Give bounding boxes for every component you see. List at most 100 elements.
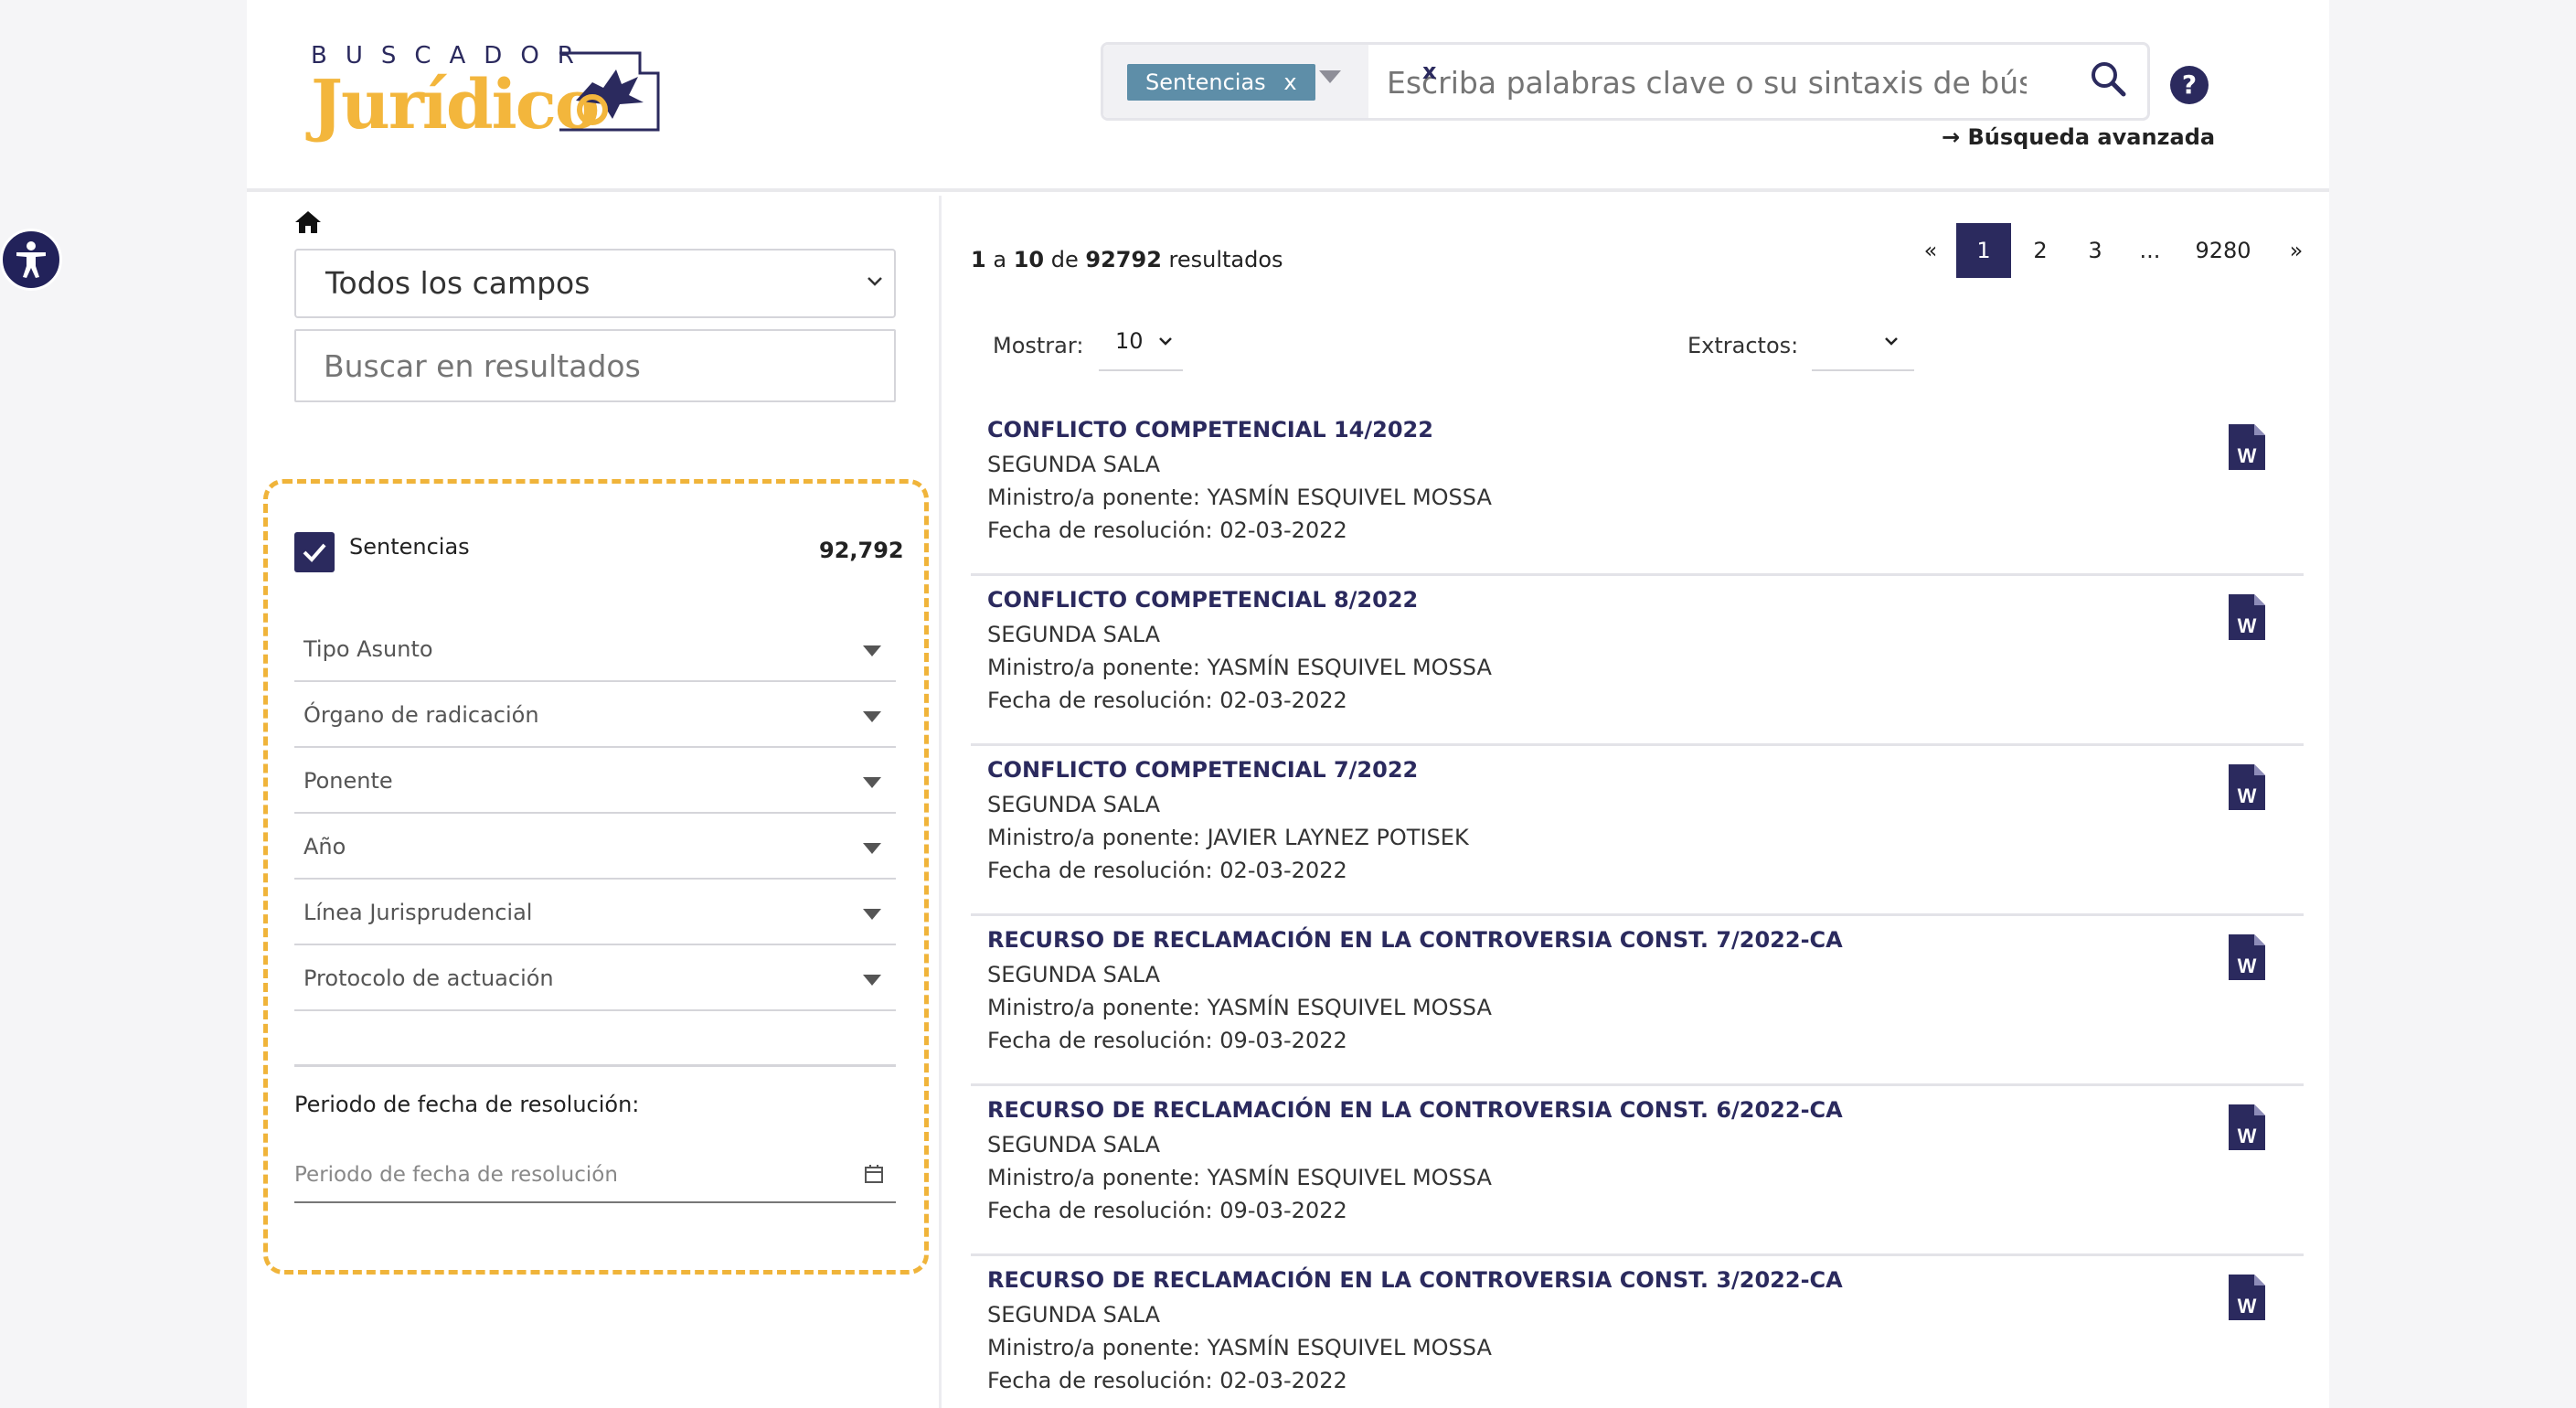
checkmark-icon <box>303 543 326 562</box>
results-count: 1 a 10 de 92792 resultados <box>971 247 1283 272</box>
collection-caret-icon[interactable] <box>1319 70 1341 83</box>
filter-results-input[interactable] <box>294 329 896 402</box>
collection-chip-remove[interactable]: x <box>1283 69 1296 95</box>
svg-text:W: W <box>2238 444 2257 467</box>
filter-tipo-asunto[interactable]: Tipo Asunto <box>294 616 896 682</box>
filter-label: Órgano de radicación <box>303 702 539 728</box>
pagination-last-page[interactable]: 9280 <box>2187 223 2260 278</box>
result-fecha: Fecha de resolución: 09-03-2022 <box>987 1198 1347 1223</box>
search-input[interactable] <box>1387 58 2027 107</box>
result-title-link[interactable]: RECURSO DE RECLAMACIÓN EN LA CONTROVERSI… <box>987 1267 1843 1293</box>
word-document-icon[interactable]: W <box>2229 764 2265 810</box>
header: BUSCADOR Jurídico Sentencias x x ? <box>247 0 2329 192</box>
caret-down-icon <box>863 645 881 656</box>
pagination-prev[interactable]: « <box>1912 223 1949 278</box>
pagination-ellipsis: ... <box>2139 238 2161 263</box>
period-date-input[interactable]: Periodo de fecha de resolución <box>294 1147 896 1203</box>
result-sala: SEGUNDA SALA <box>987 1132 1161 1157</box>
mostrar-label: Mostrar: <box>993 333 1084 358</box>
collection-chip[interactable]: Sentencias x <box>1127 64 1315 101</box>
logo[interactable]: BUSCADOR Jurídico <box>311 38 660 157</box>
period-placeholder: Periodo de fecha de resolución <box>294 1163 618 1187</box>
clear-search-button[interactable]: x <box>1422 59 1436 84</box>
filter-anio[interactable]: Año <box>294 814 896 880</box>
result-title-link[interactable]: CONFLICTO COMPETENCIAL 8/2022 <box>987 587 1418 613</box>
svg-text:W: W <box>2238 784 2257 807</box>
pagination-page-2[interactable]: 2 <box>2022 223 2059 278</box>
filter-protocolo-actuacion[interactable]: Protocolo de actuación <box>294 945 896 1011</box>
extractos-select[interactable] <box>1812 315 1914 371</box>
word-document-icon[interactable]: W <box>2229 594 2265 640</box>
result-ponente: Ministro/a ponente: YASMÍN ESQUIVEL MOSS… <box>987 485 1492 510</box>
accessibility-button[interactable] <box>0 229 62 291</box>
svg-text:W: W <box>2238 955 2257 977</box>
filter-label: Año <box>303 834 346 859</box>
help-icon[interactable]: ? <box>2170 66 2209 104</box>
result-ponente: Ministro/a ponente: YASMÍN ESQUIVEL MOSS… <box>987 655 1492 680</box>
eagle-emblem-icon <box>559 51 660 132</box>
result-title-link[interactable]: RECURSO DE RECLAMACIÓN EN LA CONTROVERSI… <box>987 1097 1843 1123</box>
caret-down-icon <box>863 711 881 722</box>
filter-organo-radicacion[interactable]: Órgano de radicación <box>294 682 896 748</box>
result-sala: SEGUNDA SALA <box>987 622 1161 647</box>
result-item: RECURSO DE RECLAMACIÓN EN LA CONTROVERSI… <box>971 916 2304 1086</box>
result-sala: SEGUNDA SALA <box>987 962 1161 987</box>
results-panel: 1 a 10 de 92792 resultados « 1 2 3 ... 9… <box>945 196 2329 1408</box>
extractos-label: Extractos: <box>1687 333 1799 358</box>
pagination-next[interactable]: » <box>2278 223 2315 278</box>
filter-label: Tipo Asunto <box>303 636 433 662</box>
period-label: Periodo de fecha de resolución: <box>294 1092 640 1117</box>
caret-down-icon <box>863 909 881 920</box>
sentencias-label: Sentencias <box>349 534 470 560</box>
result-fecha: Fecha de resolución: 02-03-2022 <box>987 858 1347 883</box>
count-from: 1 <box>971 247 986 272</box>
result-title-link[interactable]: CONFLICTO COMPETENCIAL 7/2022 <box>987 757 1418 783</box>
chevron-down-icon <box>1159 337 1172 346</box>
word-document-icon[interactable]: W <box>2229 1104 2265 1150</box>
result-sala: SEGUNDA SALA <box>987 1302 1161 1328</box>
pagination-page-3[interactable]: 3 <box>2077 223 2113 278</box>
caret-down-icon <box>863 777 881 788</box>
word-document-icon[interactable]: W <box>2229 1275 2265 1320</box>
result-sala: SEGUNDA SALA <box>987 452 1161 477</box>
caret-down-icon <box>863 843 881 854</box>
advanced-search-link[interactable]: → Búsqueda avanzada <box>1942 124 2215 150</box>
home-icon[interactable] <box>294 210 322 234</box>
result-fecha: Fecha de resolución: 02-03-2022 <box>987 688 1347 713</box>
svg-text:W: W <box>2238 614 2257 637</box>
page: BUSCADOR Jurídico Sentencias x x ? <box>247 0 2329 1408</box>
sentencias-checkbox[interactable] <box>294 532 335 572</box>
svg-text:W: W <box>2238 1125 2257 1147</box>
filter-label: Protocolo de actuación <box>303 965 554 991</box>
result-item: CONFLICTO COMPETENCIAL 8/2022 SEGUNDA SA… <box>971 576 2304 746</box>
result-fecha: Fecha de resolución: 09-03-2022 <box>987 1028 1347 1053</box>
mostrar-select[interactable]: 10 <box>1099 315 1183 371</box>
result-ponente: Ministro/a ponente: YASMÍN ESQUIVEL MOSS… <box>987 1335 1492 1360</box>
divider <box>294 1064 896 1067</box>
accessibility-icon <box>16 241 46 278</box>
result-item: RECURSO DE RECLAMACIÓN EN LA CONTROVERSI… <box>971 1256 2304 1408</box>
search-collection-selector[interactable]: Sentencias x <box>1103 45 1368 118</box>
filter-label: Línea Jurisprudencial <box>303 900 533 925</box>
calendar-icon[interactable] <box>863 1163 885 1185</box>
result-item: RECURSO DE RECLAMACIÓN EN LA CONTROVERSI… <box>971 1086 2304 1256</box>
word-document-icon[interactable]: W <box>2229 424 2265 470</box>
pagination-page-1[interactable]: 1 <box>1956 223 2011 278</box>
search-icon[interactable] <box>2090 60 2126 97</box>
sentencias-count: 92,792 <box>819 538 904 563</box>
count-a: a <box>993 247 1007 272</box>
word-document-icon[interactable]: W <box>2229 934 2265 980</box>
result-title-link[interactable]: RECURSO DE RECLAMACIÓN EN LA CONTROVERSI… <box>987 927 1843 953</box>
result-item: CONFLICTO COMPETENCIAL 14/2022 SEGUNDA S… <box>971 406 2304 576</box>
filter-label: Ponente <box>303 768 393 794</box>
collection-chip-label: Sentencias <box>1145 69 1266 95</box>
result-title-link[interactable]: CONFLICTO COMPETENCIAL 14/2022 <box>987 417 1433 443</box>
count-resultados: resultados <box>1168 247 1283 272</box>
filter-linea-jurisprudencial[interactable]: Línea Jurisprudencial <box>294 880 896 945</box>
fields-select[interactable]: Todos los campos <box>294 249 896 318</box>
count-to: 10 <box>1013 247 1045 272</box>
result-ponente: Ministro/a ponente: JAVIER LAYNEZ POTISE… <box>987 825 1469 850</box>
filter-ponente[interactable]: Ponente <box>294 748 896 814</box>
fields-select-value: Todos los campos <box>325 265 591 301</box>
svg-text:W: W <box>2238 1295 2257 1317</box>
